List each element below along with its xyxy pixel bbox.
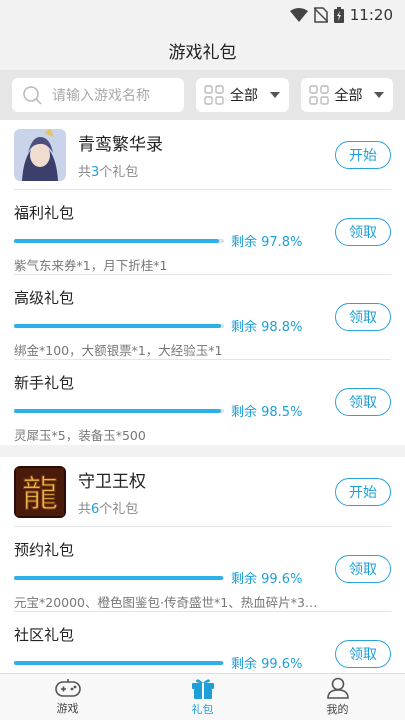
remain-text: 剩余 98.8%: [231, 320, 303, 335]
gift-description: 元宝*20000、橙色图鉴包·传奇盛世*1、热血碎片*30...: [14, 595, 324, 610]
claim-button[interactable]: 领取: [335, 640, 391, 668]
gift-row: 预约礼包 剩余 99.6% 元宝*20000、橙色图鉴包·传奇盛世*1、热血碎片…: [14, 527, 391, 612]
gift-count: 共6个礼包: [78, 498, 146, 517]
no-sim-icon: [313, 7, 328, 23]
gift-description: 紫气东来券*1，月下折桂*1: [14, 258, 168, 273]
gift-name: 福利礼包: [14, 204, 75, 222]
remain-text: 剩余 98.5%: [231, 405, 303, 420]
caret-down-icon: [374, 92, 384, 98]
game-name: 青鸾繁华录: [78, 134, 163, 155]
gift-name: 预约礼包: [14, 541, 75, 559]
type-select-value: 全部: [334, 88, 363, 104]
nav-label: 游戏: [56, 702, 79, 715]
svg-text:龍: 龍: [22, 474, 58, 515]
search-input[interactable]: 请输入游戏名称: [12, 78, 184, 112]
status-bar: 11:20: [0, 0, 405, 30]
gift-row: 福利礼包 剩余 97.8% 紫气东来券*1，月下折桂*1 领取: [14, 190, 391, 275]
battery-icon: [333, 7, 344, 23]
gift-description: 灵犀玉*5，装备玉*500: [14, 428, 146, 443]
gift-name: 新手礼包: [14, 374, 75, 392]
bottom-nav: 游戏 礼包 我的: [0, 673, 405, 720]
grid-icon: [308, 85, 329, 105]
gift-row: 高级礼包 剩余 98.8% 绑金*100，大额银票*1，大经验玉*1 领取: [14, 275, 391, 360]
game-card: 龍 守卫王权 共6个礼包 开始 预约礼包 剩余 99.6% 元宝*20000、橙…: [0, 457, 405, 673]
gift-count-suffix: 个礼包: [99, 501, 139, 517]
gift-list: 青鸾繁华录 共3个礼包 开始 福利礼包 剩余 97.8% 紫气东来券*1，月下折…: [0, 120, 405, 673]
progress-track: [14, 660, 224, 665]
user-icon: [326, 677, 349, 699]
nav-gifts[interactable]: 礼包: [135, 674, 270, 720]
gamepad-icon: [54, 679, 81, 697]
remain-text: 剩余 99.6%: [231, 657, 303, 672]
page-title: 游戏礼包: [0, 30, 405, 70]
progress-track: [14, 323, 224, 328]
search-icon: [23, 86, 42, 105]
claim-button[interactable]: 领取: [335, 555, 391, 583]
grid-icon: [204, 85, 224, 105]
claim-button[interactable]: 领取: [335, 388, 391, 416]
category-select[interactable]: 全部: [196, 78, 289, 112]
gift-count-suffix: 个礼包: [99, 164, 139, 180]
game-icon[interactable]: [14, 128, 66, 181]
gift-name: 社区礼包: [14, 626, 75, 644]
nav-label: 礼包: [191, 703, 214, 716]
gift-row: 社区礼包 剩余 99.6% 领取: [14, 612, 391, 673]
category-select-value: 全部: [230, 88, 258, 104]
start-game-button[interactable]: 开始: [335, 140, 391, 169]
claim-button[interactable]: 领取: [335, 303, 391, 331]
game-icon[interactable]: 龍: [14, 465, 66, 518]
remain-text: 剩余 99.6%: [231, 572, 303, 587]
gift-count-prefix: 共: [78, 164, 92, 180]
game-header: 龍 守卫王权 共6个礼包 开始: [14, 457, 391, 527]
progress-fill: [14, 660, 224, 665]
progress-fill: [14, 323, 222, 328]
progress-track: [14, 575, 224, 580]
status-time: 11:20: [349, 6, 393, 24]
gift-count: 共3个礼包: [78, 161, 163, 180]
game-name: 守卫王权: [78, 471, 146, 492]
gift-description: 绑金*100，大额银票*1，大经验玉*1: [14, 343, 223, 358]
filter-bar: 请输入游戏名称 全部 全部: [0, 70, 405, 120]
progress-fill: [14, 408, 221, 413]
progress-fill: [14, 238, 220, 243]
claim-button[interactable]: 领取: [335, 218, 391, 246]
search-placeholder: 请输入游戏名称: [52, 88, 150, 104]
game-header: 青鸾繁华录 共3个礼包 开始: [14, 120, 391, 190]
gift-count-prefix: 共: [78, 501, 92, 517]
game-card: 青鸾繁华录 共3个礼包 开始 福利礼包 剩余 97.8% 紫气东来券*1，月下折…: [0, 120, 405, 445]
nav-mine[interactable]: 我的: [270, 674, 405, 720]
game-info: 守卫王权 共6个礼包: [78, 467, 146, 517]
progress-track: [14, 408, 224, 413]
progress-track: [14, 238, 224, 243]
remain-text: 剩余 97.8%: [231, 235, 303, 250]
nav-games[interactable]: 游戏: [0, 674, 135, 720]
wifi-icon: [289, 8, 308, 22]
nav-label: 我的: [326, 703, 349, 716]
gift-icon: [191, 679, 214, 699]
type-select[interactable]: 全部: [300, 78, 393, 112]
caret-down-icon: [269, 92, 280, 98]
start-game-button[interactable]: 开始: [335, 477, 391, 506]
game-info: 青鸾繁华录 共3个礼包: [78, 130, 163, 180]
progress-fill: [14, 575, 224, 580]
gift-row: 新手礼包 剩余 98.5% 灵犀玉*5，装备玉*500 领取: [14, 360, 391, 445]
gift-name: 高级礼包: [14, 289, 75, 307]
